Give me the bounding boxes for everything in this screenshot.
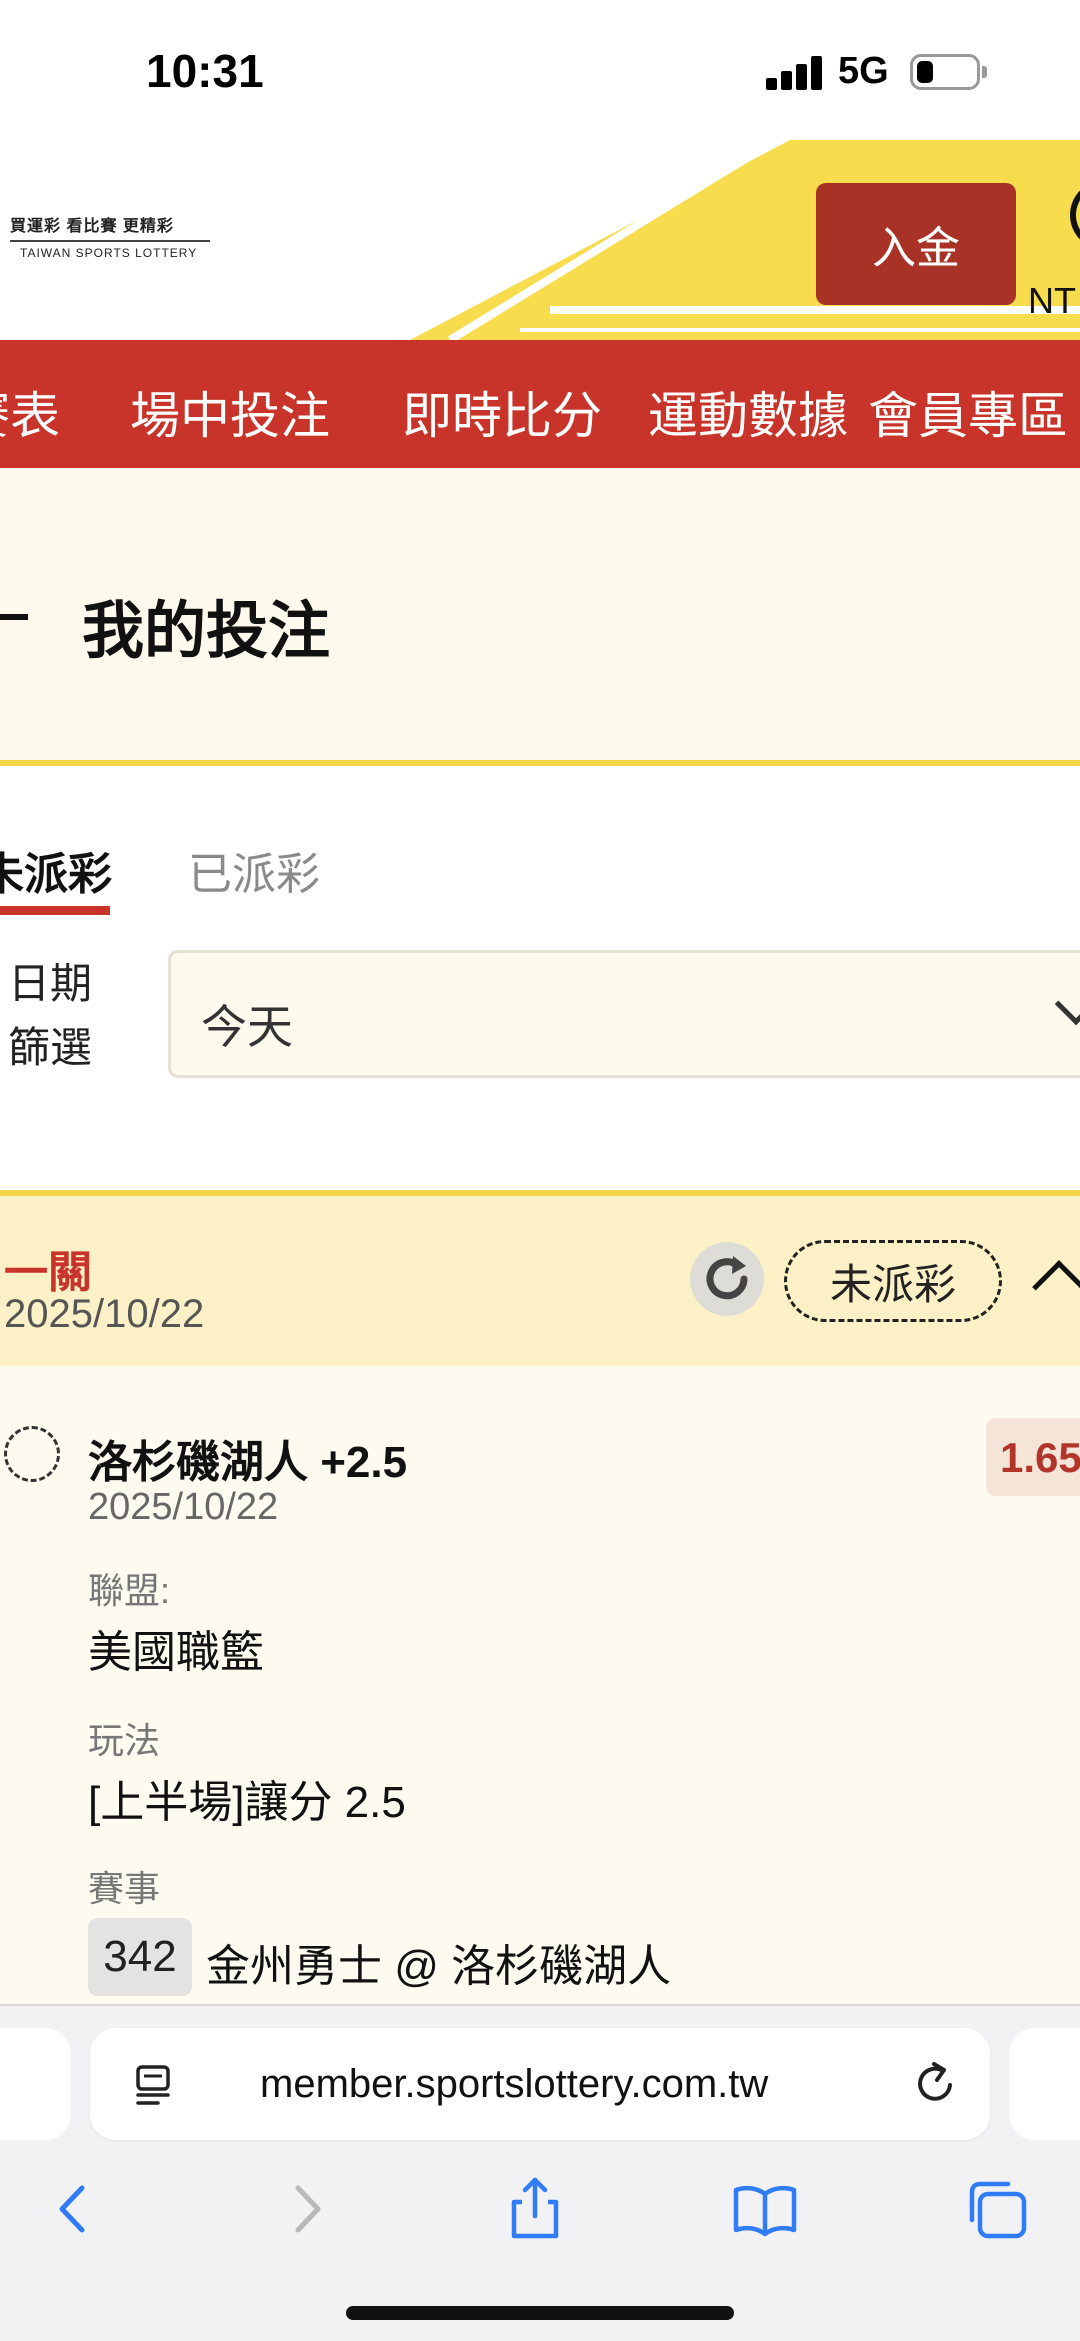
date-filter-label-line1: 日期 [8,960,93,1007]
forward-icon[interactable] [272,2174,342,2244]
tab-settled[interactable]: 已派彩 [188,838,320,902]
date-filter-label-line2: 篩選 [8,1024,93,1071]
address-bar[interactable]: member.sportslottery.com.tw [90,2028,990,2140]
league-label: 聯盟: [88,1570,171,1611]
selection-name: 洛杉磯湖人 +2.5 [88,1438,408,1487]
back-icon[interactable] [38,2174,108,2244]
battery-tip [982,66,987,78]
previous-tab-pill[interactable] [0,2028,70,2140]
browser-toolbar: member.sportslottery.com.tw [0,2004,1080,2341]
selection-circle-icon[interactable] [4,1426,60,1482]
bet-card-header[interactable]: 一關 2025/10/22 未派彩 [0,1196,1080,1366]
bet-card-body: 洛杉磯湖人 +2.5 2025/10/22 1.65 聯盟: 美國職籃 玩法 [… [0,1366,1080,2006]
date-filter-label: 日期 篩選 [8,952,92,1080]
status-bar: 10:31 5G [0,0,1080,140]
match-name: 金州勇士 @ 洛杉磯湖人 [206,1942,672,1991]
next-tab-pill[interactable] [1010,2028,1080,2140]
title-dash [0,614,28,620]
match-label: 賽事 [88,1868,161,1909]
signal-bars-icon [766,56,822,90]
play-label: 玩法 [88,1720,161,1761]
main-nav: 賽表 場中投注 即時比分 運動數據 會員專區 [0,340,1080,468]
battery-icon [910,54,980,90]
refresh-icon [706,1256,748,1300]
page-header: 我的投注 [0,468,1080,764]
status-time: 10:31 [146,45,264,97]
page-title: 我的投注 [82,597,331,666]
balance-currency: NT [1028,280,1076,321]
deposit-button[interactable]: 入金 [816,183,1016,305]
odds-value: 1.65 [1000,1434,1080,1481]
play-value: [上半場]讓分 2.5 [88,1778,406,1827]
tabs-icon[interactable] [962,2174,1032,2244]
bet-type: 一關 [4,1248,92,1297]
odds-box: 1.65 [986,1418,1080,1496]
url-text: member.sportslottery.com.tw [260,2062,769,2106]
title-divider [0,760,1080,766]
selection-date: 2025/10/22 [88,1486,279,1528]
site-header: 買運彩 看比賽 更精彩 TAIWAN SPORTS LOTTERY 入金 NT [0,140,1080,340]
logo-tagline: 買運彩 看比賽 更精彩 [10,218,174,235]
tab-unsettled[interactable]: 未派彩 [0,838,112,902]
chevron-up-icon[interactable] [1032,1260,1080,1314]
nav-item-live-betting[interactable]: 場中投注 [130,376,330,448]
reader-mode-icon[interactable] [134,2064,174,2106]
share-icon[interactable] [500,2174,570,2244]
match-number-badge: 342 [88,1918,192,1996]
nav-item-member[interactable]: 會員專區 [868,376,1068,448]
tab-active-indicator [0,906,110,915]
network-label: 5G [838,50,889,92]
bookmarks-icon[interactable] [730,2174,800,2244]
status-badge: 未派彩 [784,1240,1002,1322]
bet-date: 2025/10/22 [4,1292,205,1336]
reload-icon[interactable] [910,2058,960,2108]
home-indicator[interactable] [346,2306,734,2320]
logo-english: TAIWAN SPORTS LOTTERY [20,246,198,260]
chevron-down-icon [1054,982,1080,1026]
nav-item-sports-data[interactable]: 運動數據 [648,376,848,448]
logo[interactable]: 買運彩 看比賽 更精彩 TAIWAN SPORTS LOTTERY [10,212,215,260]
refresh-button[interactable] [690,1242,764,1316]
nav-item-schedule[interactable]: 賽表 [0,376,60,448]
date-filter-value: 今天 [201,1001,293,1053]
date-filter-select[interactable]: 今天 [168,950,1080,1078]
league-value: 美國職籃 [88,1628,264,1677]
nav-item-live-scores[interactable]: 即時比分 [402,376,602,448]
